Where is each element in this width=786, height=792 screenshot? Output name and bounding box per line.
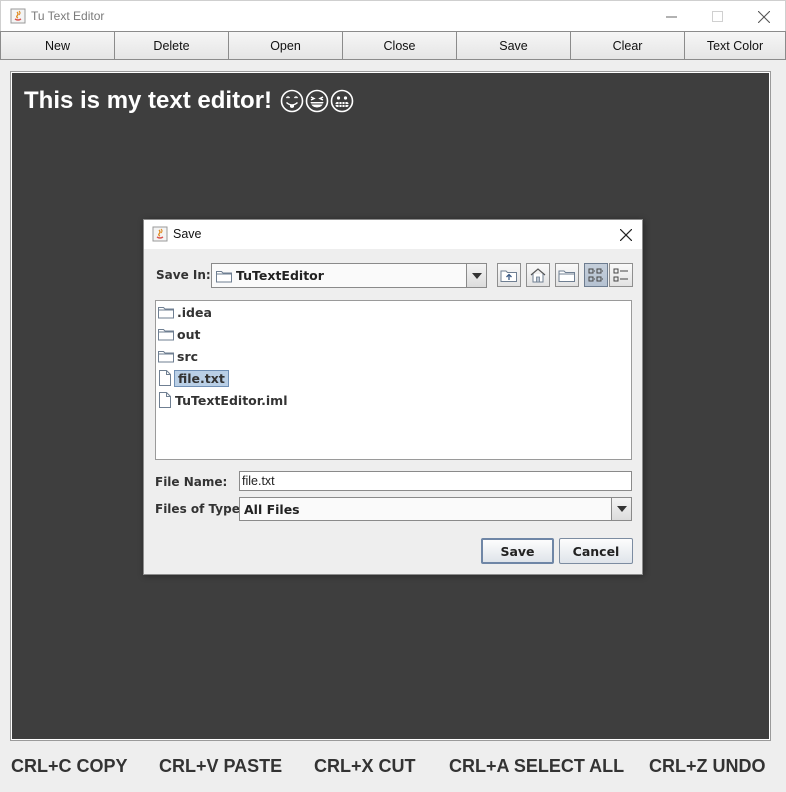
file-name: file.txt (174, 369, 229, 387)
save-in-value: TuTextEditor (236, 268, 324, 283)
shortcut-undo: CRL+Z UNDO (649, 756, 766, 776)
dialog-close-button[interactable] (616, 225, 636, 245)
dialog-title: Save (173, 227, 202, 241)
up-one-level-icon (500, 270, 517, 282)
list-item-selected[interactable]: file.txt (158, 368, 232, 388)
file-type-text: All Files (244, 501, 300, 517)
window-title: Tu Text Editor (31, 9, 105, 23)
shortcut-select-all: CRL+A SELECT ALL (449, 756, 625, 776)
home-button[interactable] (526, 263, 550, 287)
java-app-icon (152, 226, 168, 242)
file-name-label: File Name: (155, 475, 228, 489)
new-button[interactable]: New (0, 31, 115, 60)
text-color-button[interactable]: Text Color (685, 31, 786, 60)
save-in-label: Save In: (156, 268, 211, 282)
minimize-button[interactable] (649, 1, 694, 32)
minimize-icon (666, 16, 677, 18)
dialog-save-button[interactable]: Save (481, 538, 554, 564)
list-item[interactable]: TuTextEditor.iml (158, 390, 291, 410)
file-name: TuTextEditor.iml (175, 392, 288, 408)
folder-icon (216, 270, 232, 282)
list-item[interactable]: .idea (158, 302, 215, 322)
file-type-value: All Files (240, 502, 611, 517)
chevron-down-icon[interactable] (466, 264, 486, 287)
file-type-label: Files of Type: (155, 502, 245, 516)
toolbar: New Delete Open Close Save Clear Text Co… (0, 31, 786, 60)
new-folder-icon (558, 270, 575, 282)
list-view-icon (588, 268, 604, 282)
shortcut-paste: CRL+V PASTE (159, 756, 283, 776)
folder-icon (158, 307, 174, 319)
file-type-combo[interactable]: All Files (239, 497, 632, 521)
editor-content: This is my text editor! (24, 87, 354, 115)
delete-button[interactable]: Delete (115, 31, 229, 60)
close-icon (620, 229, 632, 241)
file-icon (159, 370, 171, 386)
dialog-cancel-button[interactable]: Cancel (559, 538, 633, 564)
list-item[interactable]: src (158, 346, 201, 366)
shortcut-copy: CRL+C COPY (11, 756, 128, 776)
close-button[interactable]: Close (343, 31, 457, 60)
emoji-group (280, 89, 354, 113)
smiling-tongue-emoji-icon (280, 89, 304, 113)
chevron-down-icon[interactable] (611, 498, 631, 520)
file-name: out (177, 326, 201, 342)
folder-icon (158, 329, 174, 341)
folder-icon (158, 351, 174, 363)
grinning-squint-emoji-icon (305, 89, 329, 113)
new-folder-button[interactable] (555, 263, 579, 287)
shortcut-bar: CRL+C COPY CRL+V PASTE CRL+X CUT CRL+A S… (0, 748, 786, 788)
editor-text: This is my text editor! (24, 87, 273, 114)
save-in-combo[interactable]: TuTextEditor (211, 263, 487, 288)
home-icon (530, 268, 546, 283)
save-dialog: Save Save In: TuTextEditor .idea out src… (143, 219, 643, 575)
list-item[interactable]: out (158, 324, 203, 344)
file-name: src (177, 348, 199, 364)
close-icon (757, 10, 770, 23)
maximize-button[interactable] (695, 1, 740, 32)
shortcut-cut: CRL+X CUT (314, 756, 416, 776)
file-icon (159, 392, 171, 408)
clear-button[interactable]: Clear (571, 31, 685, 60)
file-list[interactable]: .idea out src file.txt TuTextEditor.iml (155, 300, 632, 460)
file-name: .idea (177, 304, 212, 320)
list-view-button[interactable] (584, 263, 608, 287)
java-app-icon (10, 8, 26, 24)
save-button[interactable]: Save (457, 31, 571, 60)
grimacing-emoji-icon (330, 89, 354, 113)
close-window-button[interactable] (741, 1, 786, 32)
dialog-titlebar[interactable]: Save (144, 220, 642, 249)
maximize-icon (712, 11, 723, 22)
details-view-icon (613, 268, 628, 282)
up-one-level-button[interactable] (497, 263, 521, 287)
details-view-button[interactable] (609, 263, 633, 287)
window-titlebar[interactable]: Tu Text Editor (0, 0, 786, 31)
file-name-field[interactable]: file.txt (239, 471, 632, 491)
open-button[interactable]: Open (229, 31, 343, 60)
